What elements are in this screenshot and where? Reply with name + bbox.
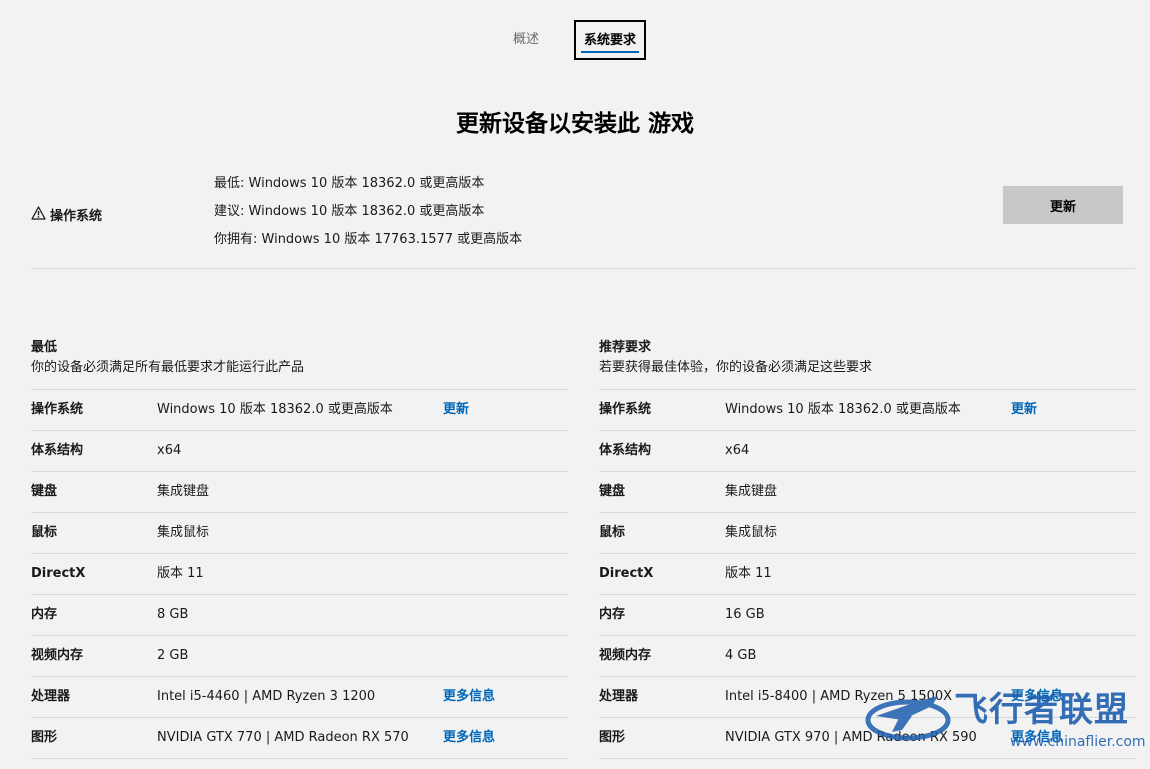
tab-active-indicator bbox=[581, 51, 639, 53]
requirement-link[interactable]: 更新 bbox=[1011, 400, 1037, 420]
table-row: DirectX 版本 11 bbox=[31, 554, 568, 595]
requirement-value: 集成键盘 bbox=[725, 484, 778, 499]
requirement-label: 鼠标 bbox=[31, 525, 58, 540]
tab-bar: 概述 系统要求 bbox=[0, 20, 1150, 60]
requirement-label: 鼠标 bbox=[599, 525, 626, 540]
tab-system-requirements-label: 系统要求 bbox=[583, 33, 636, 48]
os-banner-label-text: 操作系统 bbox=[50, 208, 103, 224]
table-row: 内存 16 GB bbox=[599, 595, 1136, 636]
requirement-value: NVIDIA GTX 970 | AMD Radeon RX 590 bbox=[725, 730, 977, 745]
requirement-label: DirectX bbox=[599, 566, 654, 581]
page-title: 更新设备以安装此 游戏 bbox=[455, 111, 694, 137]
requirement-value: 集成鼠标 bbox=[157, 525, 210, 540]
table-row: 内存 8 GB bbox=[31, 595, 568, 636]
requirement-label: 体系结构 bbox=[31, 443, 84, 458]
requirement-link[interactable]: 更多信息 bbox=[1011, 728, 1063, 748]
os-current-line: 你拥有: Windows 10 版本 17763.1577 或更高版本 bbox=[214, 232, 523, 247]
requirement-label: 内存 bbox=[31, 607, 58, 622]
recommended-requirements-column: 推荐要求 若要获得最佳体验，你的设备必须满足这些要求 操作系统 Windows 1… bbox=[599, 338, 1136, 759]
requirement-label: 体系结构 bbox=[599, 443, 652, 458]
table-row: 图形 NVIDIA GTX 970 | AMD Radeon RX 590 更多信息 bbox=[599, 718, 1136, 759]
requirement-label: 视频内存 bbox=[599, 648, 652, 663]
minimum-requirements-column: 最低 你的设备必须满足所有最低要求才能运行此产品 操作系统 Windows 10 … bbox=[31, 338, 568, 759]
table-row: 处理器 Intel i5-8400 | AMD Ryzen 5 1500X 更多信息 bbox=[599, 677, 1136, 718]
table-row: 操作系统 Windows 10 版本 18362.0 或更高版本 更新 bbox=[599, 390, 1136, 431]
requirement-link[interactable]: 更多信息 bbox=[443, 728, 495, 748]
requirement-link[interactable]: 更多信息 bbox=[1011, 687, 1063, 707]
requirement-value: 集成键盘 bbox=[157, 484, 210, 499]
table-row: 体系结构 x64 bbox=[31, 431, 568, 472]
requirement-value: 4 GB bbox=[725, 648, 757, 663]
requirement-label: 图形 bbox=[599, 730, 626, 745]
minimum-description: 你的设备必须满足所有最低要求才能运行此产品 bbox=[31, 360, 305, 375]
requirement-label: DirectX bbox=[31, 566, 86, 581]
requirement-value: 8 GB bbox=[157, 607, 189, 622]
requirement-value: NVIDIA GTX 770 | AMD Radeon RX 570 bbox=[157, 730, 409, 745]
table-row: 键盘 集成键盘 bbox=[31, 472, 568, 513]
tab-overview[interactable]: 概述 bbox=[513, 30, 539, 50]
tab-system-requirements[interactable]: 系统要求 bbox=[574, 20, 646, 60]
requirement-value: 版本 11 bbox=[157, 566, 204, 581]
requirement-value: x64 bbox=[157, 443, 182, 458]
requirement-value: Intel i5-4460 | AMD Ryzen 3 1200 bbox=[157, 689, 376, 704]
table-row: 图形 NVIDIA GTX 770 | AMD Radeon RX 570 更多信息 bbox=[31, 718, 568, 759]
table-row: 视频内存 2 GB bbox=[31, 636, 568, 677]
system-requirements-page: 概述 系统要求 更新设备以安装此 游戏 操作系统 最低: Windows 10 … bbox=[0, 0, 1150, 769]
table-row: 操作系统 Windows 10 版本 18362.0 或更高版本 更新 bbox=[31, 390, 568, 431]
requirement-label: 图形 bbox=[31, 730, 58, 745]
table-row: 体系结构 x64 bbox=[599, 431, 1136, 472]
requirement-label: 处理器 bbox=[599, 689, 639, 704]
minimum-title: 最低 bbox=[31, 340, 58, 355]
requirement-label: 键盘 bbox=[599, 484, 626, 499]
recommended-rows: 操作系统 Windows 10 版本 18362.0 或更高版本 更新体系结构 x64… bbox=[599, 390, 1136, 759]
table-row: DirectX 版本 11 bbox=[599, 554, 1136, 595]
warning-icon bbox=[31, 206, 46, 227]
requirement-value: 版本 11 bbox=[725, 566, 772, 581]
table-row: 视频内存 4 GB bbox=[599, 636, 1136, 677]
os-minimum-line: 最低: Windows 10 版本 18362.0 或更高版本 bbox=[214, 176, 485, 191]
requirement-value: 集成鼠标 bbox=[725, 525, 778, 540]
requirement-link[interactable]: 更多信息 bbox=[443, 687, 495, 707]
update-button[interactable]: 更新 bbox=[1003, 186, 1123, 224]
table-row: 鼠标 集成鼠标 bbox=[31, 513, 568, 554]
requirement-label: 视频内存 bbox=[31, 648, 84, 663]
requirement-link[interactable]: 更新 bbox=[443, 400, 469, 420]
requirement-label: 操作系统 bbox=[599, 402, 652, 417]
table-row: 处理器 Intel i5-4460 | AMD Ryzen 3 1200 更多信息 bbox=[31, 677, 568, 718]
requirement-value: Windows 10 版本 18362.0 或更高版本 bbox=[725, 402, 961, 417]
minimum-rows: 操作系统 Windows 10 版本 18362.0 或更高版本 更新体系结构 x64… bbox=[31, 390, 568, 759]
requirement-label: 内存 bbox=[599, 607, 626, 622]
requirement-value: x64 bbox=[725, 443, 750, 458]
requirement-value: Windows 10 版本 18362.0 或更高版本 bbox=[157, 402, 393, 417]
requirement-label: 处理器 bbox=[31, 689, 71, 704]
os-recommended-line: 建议: Windows 10 版本 18362.0 或更高版本 bbox=[214, 204, 485, 219]
table-row: 键盘 集成键盘 bbox=[599, 472, 1136, 513]
requirement-label: 键盘 bbox=[31, 484, 58, 499]
requirement-value: 2 GB bbox=[157, 648, 189, 663]
requirement-value: 16 GB bbox=[725, 607, 765, 622]
requirement-value: Intel i5-8400 | AMD Ryzen 5 1500X bbox=[725, 689, 953, 704]
banner-divider bbox=[31, 268, 1135, 269]
requirement-label: 操作系统 bbox=[31, 402, 84, 417]
recommended-title: 推荐要求 bbox=[599, 340, 652, 355]
table-row: 鼠标 集成鼠标 bbox=[599, 513, 1136, 554]
recommended-description: 若要获得最佳体验，你的设备必须满足这些要求 bbox=[599, 360, 873, 375]
os-banner-label: 操作系统 bbox=[31, 206, 102, 227]
